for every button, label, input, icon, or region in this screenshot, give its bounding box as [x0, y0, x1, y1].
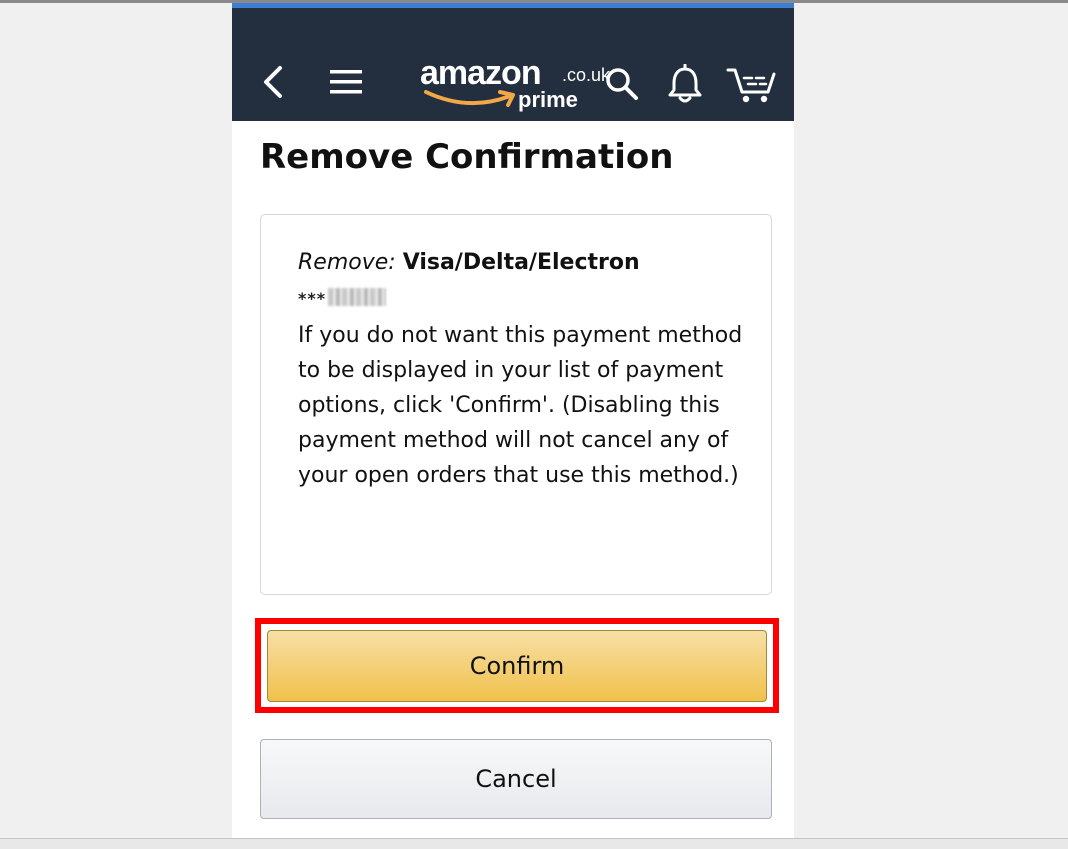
remove-label: Remove:: [298, 250, 396, 275]
amazon-navbar: amazon .co.uk prime: [232, 8, 794, 121]
redacted-card-digits: [328, 288, 387, 306]
card-content: Remove: Visa/Delta/Electron *** If you d…: [298, 245, 758, 493]
cancel-button[interactable]: Cancel: [260, 739, 772, 819]
window-bottom-border: [0, 838, 1068, 849]
hamburger-menu-icon[interactable]: [328, 68, 364, 96]
masked-card-number: ***: [298, 289, 327, 308]
cart-icon[interactable]: [726, 66, 778, 104]
logo-prime: prime: [518, 87, 578, 112]
remove-payment-card: Remove: Visa/Delta/Electron *** If you d…: [260, 214, 772, 595]
bell-icon[interactable]: [666, 64, 704, 104]
payment-method-name: Visa/Delta/Electron: [402, 250, 640, 275]
removal-description: If you do not want this payment method t…: [298, 323, 743, 488]
search-icon[interactable]: [604, 66, 640, 102]
page-title: Remove Confirmation: [260, 137, 674, 177]
amazon-smile-icon: [424, 90, 515, 107]
back-chevron-icon[interactable]: [260, 64, 288, 100]
amazon-prime-logo[interactable]: amazon .co.uk prime: [420, 54, 610, 116]
logo-domain: .co.uk: [562, 65, 611, 85]
confirm-button[interactable]: Confirm: [267, 630, 767, 702]
mobile-page: amazon .co.uk prime Remove Confirmation: [232, 3, 794, 839]
